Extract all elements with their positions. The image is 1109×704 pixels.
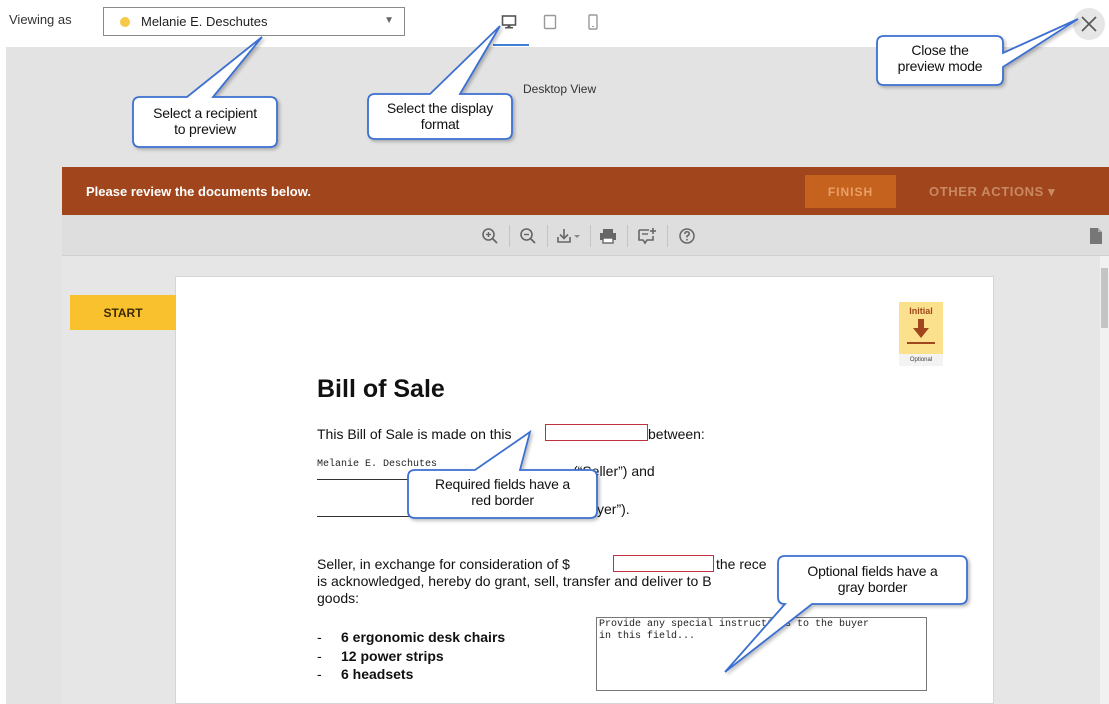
initial-optional-label: Optional [899, 354, 943, 366]
recipient-select[interactable]: Melanie E. Deschutes ▼ [103, 7, 405, 36]
goods-text: goods: [317, 590, 360, 606]
callout-display-text: Select the display format [386, 100, 494, 132]
zoom-out-button[interactable] [517, 225, 539, 247]
comment-button[interactable] [636, 225, 658, 247]
viewing-as-label: Viewing as [9, 12, 72, 27]
consideration-text: Seller, in exchange for consideration of… [317, 556, 570, 572]
recipient-color-dot [120, 17, 130, 27]
finish-button[interactable]: FINISH [805, 175, 896, 208]
comment-icon [638, 228, 656, 245]
view-mode-label: Desktop View [523, 82, 597, 96]
desktop-icon [501, 15, 517, 29]
list-item: 12 power strips [341, 648, 444, 664]
seller-name-value: Melanie E. Deschutes [317, 459, 438, 470]
list-bullet: - [317, 629, 322, 645]
zoom-in-button[interactable] [479, 225, 501, 247]
preview-topbar: Viewing as Melanie E. Deschutes ▼ [0, 0, 1109, 47]
page-view-button[interactable] [1085, 225, 1107, 247]
help-button[interactable] [676, 225, 698, 247]
callout-optional-text: Optional fields have a gray border [807, 563, 938, 595]
amount-field-required[interactable] [613, 555, 714, 572]
download-icon [557, 229, 580, 243]
page-icon [1090, 228, 1102, 244]
toolbar-divider [547, 225, 548, 247]
zoom-in-icon [482, 228, 498, 244]
document-toolbar [62, 215, 1109, 256]
intro-text-end: between: [648, 426, 705, 442]
arrow-down-icon [913, 319, 929, 338]
phone-icon [588, 14, 598, 30]
callout-close-text: Close the preview mode [897, 42, 983, 74]
toolbar-divider [627, 225, 628, 247]
download-button[interactable] [555, 225, 585, 247]
close-preview-button[interactable] [1073, 8, 1105, 40]
other-actions-menu[interactable]: OTHER ACTIONS ▾ [929, 184, 1055, 200]
start-button[interactable]: START [70, 295, 176, 330]
close-icon [1081, 16, 1097, 32]
print-icon [600, 229, 616, 244]
consideration-text-end: the rece [716, 556, 767, 572]
desktop-view-button[interactable] [496, 9, 522, 35]
buyer-signature-line [317, 516, 573, 517]
scrollbar-thumb[interactable] [1101, 268, 1108, 328]
signing-action-bar: Please review the documents below. FINIS… [62, 167, 1109, 215]
recipient-name: Melanie E. Deschutes [141, 14, 268, 29]
phone-view-button[interactable] [580, 9, 606, 35]
print-button[interactable] [597, 225, 619, 247]
list-bullet: - [317, 648, 322, 664]
tablet-view-button[interactable] [537, 9, 563, 35]
help-icon [679, 228, 695, 244]
initial-tag-label: Initial [909, 306, 933, 316]
signing-preview-window: Viewing as Melanie E. Deschutes ▼ Deskto… [0, 0, 1109, 704]
initial-signature-line [907, 342, 935, 344]
zoom-out-icon [520, 228, 536, 244]
date-field-required[interactable] [545, 424, 648, 441]
list-item: 6 ergonomic desk chairs [341, 629, 506, 645]
list-bullet: - [317, 666, 322, 682]
chevron-down-icon: ▼ [384, 15, 394, 26]
special-instructions-field-optional[interactable]: Provide any special instructions to the … [596, 617, 927, 691]
toolbar-divider [667, 225, 668, 247]
review-message: Please review the documents below. [86, 184, 311, 199]
callout-required-text: Required fields have a red border [435, 476, 570, 508]
initial-field-tag[interactable]: Initial Optional [899, 302, 943, 366]
selected-device-indicator [493, 44, 529, 46]
list-item: 6 headsets [341, 666, 414, 682]
toolbar-divider [509, 225, 510, 247]
special-instructions-value: Provide any special instructions to the … [599, 619, 870, 642]
grant-text: is acknowledged, hereby do grant, sell, … [317, 573, 712, 589]
document-title: Bill of Sale [317, 375, 445, 403]
toolbar-divider [590, 225, 591, 247]
intro-text: This Bill of Sale is made on this [317, 426, 512, 442]
buyer-suffix-text: yer”). [597, 501, 630, 517]
callout-recipient-text: Select a recipient to preview [153, 105, 257, 137]
tablet-icon [543, 14, 557, 30]
